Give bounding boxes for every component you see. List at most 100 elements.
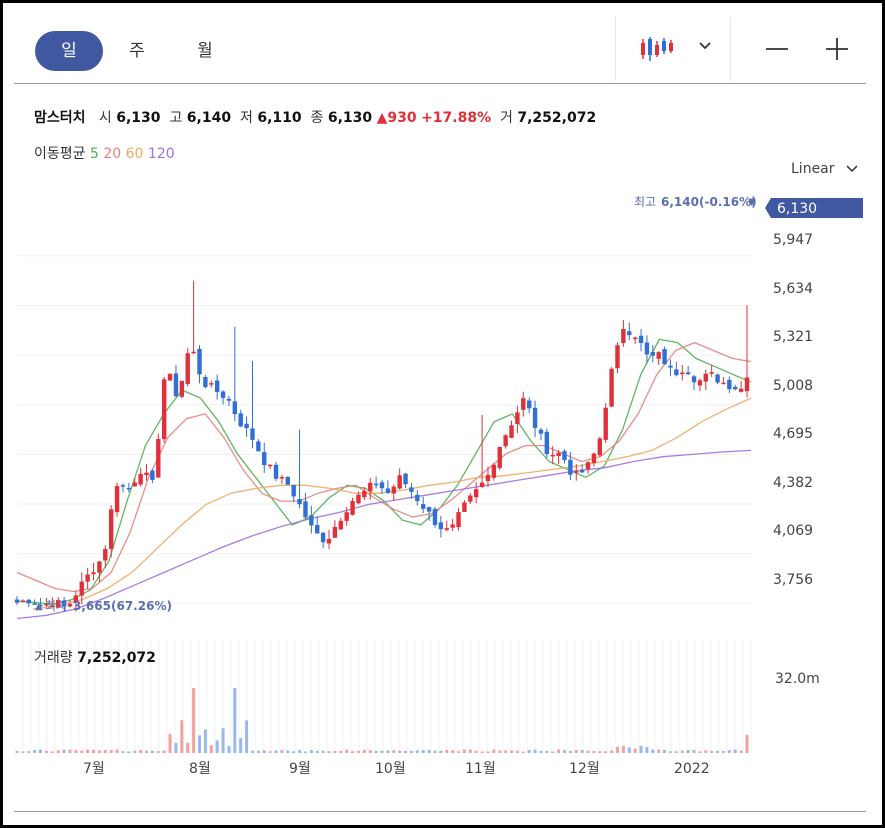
candle-body xyxy=(603,407,608,440)
candle-body xyxy=(579,469,585,473)
volume-bar xyxy=(710,750,714,753)
candle-body xyxy=(650,352,656,356)
volume-bar xyxy=(309,749,313,753)
volume-bar xyxy=(474,750,478,753)
candle-body xyxy=(273,464,279,479)
low-marker-label: 최저 xyxy=(45,599,67,613)
volume-bar xyxy=(33,749,37,753)
volume-bar xyxy=(15,750,19,753)
x-tick: 9월 xyxy=(289,761,311,777)
candle-body xyxy=(179,380,185,397)
candle-body xyxy=(438,522,444,530)
volume-bar xyxy=(380,750,384,753)
volume-bar xyxy=(539,750,543,753)
volume-bar xyxy=(498,750,502,753)
x-tick: 7월 xyxy=(83,761,105,777)
candle-body xyxy=(668,365,673,368)
candle-body xyxy=(638,335,644,344)
candle-body xyxy=(85,574,90,582)
candle-body xyxy=(226,398,232,401)
candle-body xyxy=(503,435,508,447)
candlesticks xyxy=(14,280,750,612)
volume-bar xyxy=(274,750,278,753)
high-marker-label: 최고 xyxy=(634,195,656,209)
volume-bar xyxy=(186,742,190,753)
volume-bar xyxy=(68,749,72,753)
candle-body xyxy=(291,484,296,497)
high-marker: 최고 6,140 (-0.16%) ▼ xyxy=(634,195,757,209)
volume-bar xyxy=(292,751,296,753)
volume-bar xyxy=(221,728,225,753)
volume-bar xyxy=(545,751,549,753)
volume-bar xyxy=(62,749,66,753)
candle-body xyxy=(674,369,679,376)
candle-body xyxy=(91,572,96,575)
volume-bar xyxy=(445,749,449,753)
candle-body xyxy=(562,451,567,461)
candle-body xyxy=(20,600,26,603)
candle-body xyxy=(632,337,638,340)
volume-bar xyxy=(321,750,325,753)
price-tick: 3,756 xyxy=(773,572,813,588)
volume-bar xyxy=(150,750,154,753)
volume-bar xyxy=(510,750,514,753)
candle-body xyxy=(114,486,120,513)
volume-bar xyxy=(44,750,48,753)
volume-bar xyxy=(645,747,649,753)
candle-body xyxy=(232,401,238,415)
candle-body xyxy=(238,413,243,427)
volume-bar xyxy=(392,750,396,753)
volume-bar xyxy=(680,750,684,753)
candle-body xyxy=(303,501,308,518)
volume-bar xyxy=(704,750,708,753)
x-tick: 10월 xyxy=(375,761,406,777)
volume-bar xyxy=(551,751,555,753)
candle-body xyxy=(26,599,31,604)
candle-body xyxy=(409,487,414,492)
volume-bar xyxy=(168,734,172,753)
candle-body xyxy=(156,439,161,478)
candle-body xyxy=(450,524,455,528)
volume-bar xyxy=(663,749,667,753)
low-marker-value: 3,665 xyxy=(73,599,111,613)
candle-body xyxy=(685,372,691,375)
volume-bar xyxy=(627,747,631,753)
candle-body xyxy=(214,380,220,393)
candle-body xyxy=(332,526,338,538)
candle-body xyxy=(721,382,726,385)
volume-bar xyxy=(563,750,566,753)
candle-body xyxy=(591,453,597,464)
volume-bar xyxy=(686,750,690,753)
candle-body xyxy=(497,446,502,468)
high-marker-value: 6,140 xyxy=(661,195,699,209)
candle-body xyxy=(397,475,402,489)
volume-bar xyxy=(727,750,731,753)
candle-body xyxy=(515,412,520,425)
candle-body xyxy=(315,524,320,534)
volume-bar xyxy=(368,750,372,753)
price-tick: 4,069 xyxy=(773,523,813,539)
volume-bar xyxy=(27,751,31,753)
volume-bar xyxy=(286,750,290,753)
down-triangle-icon: ▼ xyxy=(748,197,756,208)
volume-bar xyxy=(504,750,508,753)
volume-bar xyxy=(739,750,743,753)
volume-bar xyxy=(139,750,143,753)
volume-bar xyxy=(521,751,525,753)
volume-bar xyxy=(303,751,307,753)
volume-bar xyxy=(586,750,590,753)
candle-body xyxy=(585,462,591,470)
candle-body xyxy=(426,507,432,512)
volume-bar xyxy=(427,749,431,753)
volume-bar xyxy=(745,734,749,753)
candle-body xyxy=(108,509,114,549)
volume-bar xyxy=(298,750,302,753)
volume-bar xyxy=(180,720,184,753)
current-price-tag-label: 6,130 xyxy=(777,201,817,217)
stock-chart[interactable]: 5,947 5,634 5,321 5,008 4,695 4,382 4,06… xyxy=(3,3,882,803)
candle-body xyxy=(373,483,379,486)
candle-body xyxy=(256,441,261,452)
candle-body xyxy=(103,548,108,561)
volume-bar xyxy=(568,750,572,753)
candle-body xyxy=(456,512,461,528)
